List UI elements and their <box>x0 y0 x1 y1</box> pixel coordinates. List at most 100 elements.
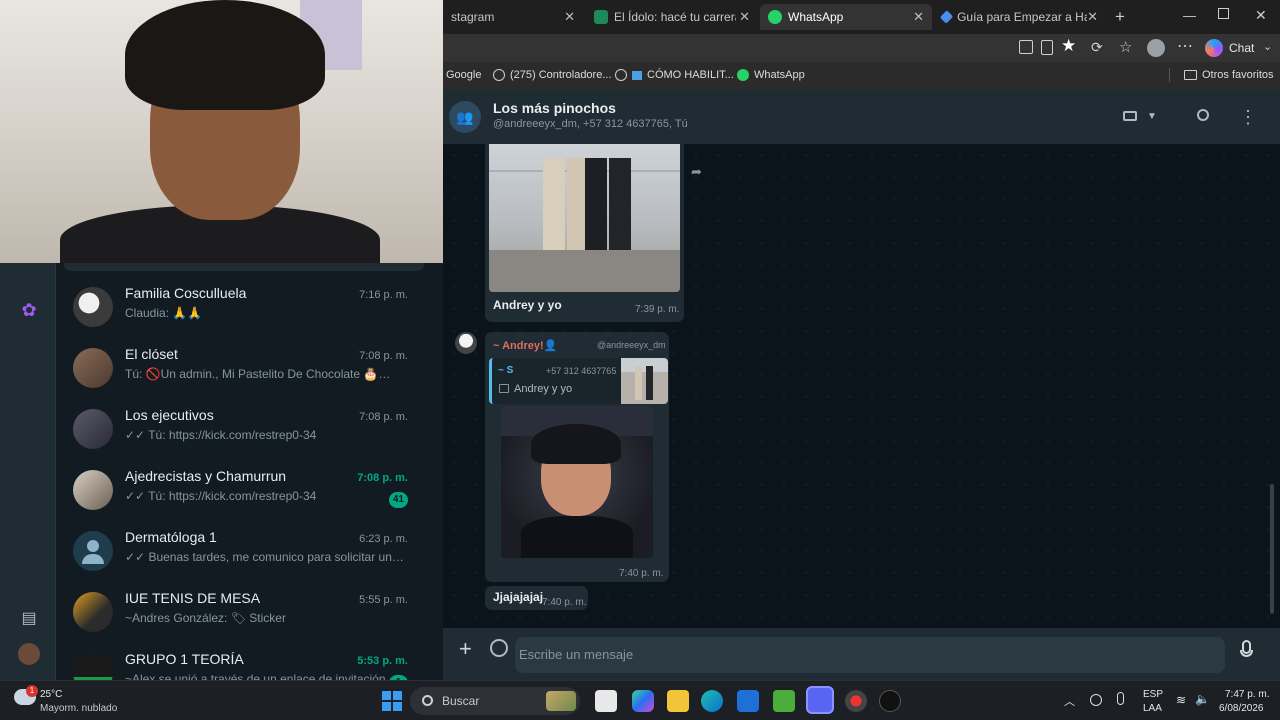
video-call-icon[interactable] <box>1119 106 1141 128</box>
chat-avatar <box>73 592 113 632</box>
webcam-overlay <box>0 0 443 263</box>
webcam-person-hair <box>125 0 325 110</box>
photo-icon <box>499 384 509 393</box>
more-menu-icon[interactable]: ⋯ <box>1177 36 1193 56</box>
maximize-button[interactable] <box>1218 8 1229 19</box>
minimize-button[interactable]: — <box>1183 8 1196 23</box>
bookmark-como-habilit[interactable]: CÓMO HABILIT... <box>615 69 734 81</box>
message-time: 7:39 p. m. <box>635 304 680 315</box>
forward-icon[interactable]: ➦ <box>691 164 702 180</box>
apps-icon[interactable] <box>1019 40 1033 54</box>
chat-avatar <box>73 348 113 388</box>
reading-mode-icon[interactable] <box>1041 40 1053 55</box>
chat-item[interactable]: Ajedrecistas y Chamurrun 7:08 p. m. ✓✓ T… <box>56 466 440 527</box>
more-options-icon[interactable]: ⋮ <box>1237 106 1259 128</box>
bookmark-google[interactable]: Google <box>446 69 481 81</box>
close-icon[interactable]: ✕ <box>739 9 750 25</box>
language-indicator[interactable]: ESP <box>1143 689 1163 700</box>
default-user-icon <box>87 540 99 552</box>
extensions-icon[interactable]: ⟳ <box>1091 39 1103 56</box>
sender-avatar[interactable] <box>455 332 477 354</box>
microsoft-store-icon[interactable] <box>737 690 759 712</box>
sender-name[interactable]: ~ Andrey!👤 <box>493 339 557 352</box>
search-icon[interactable] <box>1192 106 1214 128</box>
sticker-icon[interactable] <box>490 639 508 657</box>
copilot-app-icon[interactable] <box>632 690 654 712</box>
chat-avatar <box>73 653 113 680</box>
keyboard-layout[interactable]: LAA <box>1143 703 1162 714</box>
edge-browser-icon[interactable] <box>701 690 723 712</box>
chat-scrollbar[interactable] <box>1270 484 1274 614</box>
chat-item[interactable]: Familia Cosculluela 7:16 p. m. Claudia: … <box>56 283 440 344</box>
divider <box>1169 68 1170 82</box>
favorites-icon[interactable]: ☆ <box>1119 38 1132 56</box>
default-user-icon <box>82 554 104 564</box>
chevron-up-icon[interactable]: ︿ <box>1064 693 1075 709</box>
text-message[interactable]: Jjajajajaj 7:40 p. m. <box>485 586 588 610</box>
bookmark-controladores[interactable]: (275) Controladore... <box>493 69 612 81</box>
taskbar-search[interactable]: Buscar <box>410 687 580 715</box>
clock-date[interactable]: 6/08/2026 <box>1219 703 1264 714</box>
close-icon[interactable]: ✕ <box>913 9 924 25</box>
copilot-chat-button[interactable]: Chat <box>1229 41 1254 55</box>
quoted-message[interactable]: ~ S +57 312 4637765 Andrey y yo <box>489 358 668 404</box>
tab-whatsapp[interactable]: WhatsApp ✕ <box>760 4 932 30</box>
chat-avatar <box>73 409 113 449</box>
tray-icon[interactable] <box>1090 694 1102 706</box>
message-input[interactable]: Escribe un mensaje <box>515 637 1225 673</box>
chat-item[interactable]: IUE TENIS DE MESA 5:55 p. m. ~Andres Gon… <box>56 588 440 649</box>
site-favicon-icon <box>594 10 608 24</box>
sender-handle: @andreeeyx_dm <box>597 340 666 350</box>
volume-icon[interactable]: 🔈 <box>1195 692 1210 706</box>
bookmark-label: Google <box>446 69 482 81</box>
weather-desc[interactable]: Mayorm. nublado <box>40 703 117 714</box>
photo-two-people[interactable] <box>489 144 680 292</box>
whatsapp-icon <box>737 69 749 81</box>
tab-instagram[interactable]: stagram ✕ <box>443 4 583 30</box>
chat-header[interactable]: 👥 Los más pinochos @andreeeyx_dm, +57 31… <box>443 90 1280 144</box>
clock-time[interactable]: 7:47 p. m. <box>1225 689 1269 700</box>
profile-avatar[interactable] <box>18 643 40 665</box>
chat-item[interactable]: Dermatóloga 1 6:23 p. m. ✓✓ Buenas tarde… <box>56 527 440 588</box>
globe-icon <box>493 69 505 81</box>
star-filled-icon[interactable]: ★ <box>1061 36 1076 56</box>
discord-icon[interactable] <box>806 686 834 714</box>
quote-phone: +57 312 4637765 <box>546 366 617 376</box>
wifi-icon[interactable]: ≋ <box>1176 693 1186 707</box>
new-tab-button[interactable]: + <box>1115 7 1125 27</box>
copilot-icon[interactable] <box>1205 39 1223 57</box>
profile-avatar[interactable] <box>1147 39 1165 57</box>
close-icon[interactable]: ✕ <box>1087 9 1098 25</box>
file-explorer-icon[interactable] <box>667 690 689 712</box>
task-view-icon[interactable] <box>595 690 617 712</box>
close-window-button[interactable]: ✕ <box>1255 7 1267 24</box>
app-icon[interactable] <box>845 690 867 712</box>
attach-plus-icon[interactable]: + <box>459 638 472 660</box>
close-icon[interactable]: ✕ <box>564 9 575 25</box>
tiktok-icon[interactable] <box>879 690 901 712</box>
chat-preview: ✓✓ Buenas tardes, me comunico para solic… <box>125 550 405 564</box>
chat-item[interactable]: El clóset 7:08 p. m. Tú: 🚫Un admin., Mi … <box>56 344 440 405</box>
meta-ai-icon[interactable]: ✿ <box>18 299 40 321</box>
minecraft-icon[interactable] <box>773 690 795 712</box>
media-gallery-icon[interactable]: ▤ <box>18 608 40 630</box>
group-name[interactable]: Los más pinochos <box>493 100 616 116</box>
image-message[interactable]: Andrey y yo 7:39 p. m. <box>485 144 684 322</box>
chevron-down-icon[interactable]: ⌄ <box>1263 40 1272 53</box>
chat-item[interactable]: GRUPO 1 TEORÍA 5:53 p. m. ~Alex se unió … <box>56 649 440 680</box>
chat-preview: Tú: 🚫Un admin., Mi Pastelito De Chocolat… <box>125 367 405 381</box>
tab-guia[interactable]: Guía para Empezar a Hacer Str ✕ <box>934 4 1106 30</box>
tab-el-idolo[interactable]: El Ídolo: hacé tu carrera en la U ✕ <box>586 4 758 30</box>
microphone-icon[interactable] <box>1117 692 1124 705</box>
sticker-image[interactable] <box>501 406 653 558</box>
chat-messages: Andrey y yo 7:39 p. m. ➦ ~ Andrey!👤 @and… <box>443 144 1280 628</box>
windows-start-icon[interactable] <box>382 691 402 711</box>
bookmark-whatsapp[interactable]: WhatsApp <box>737 69 805 81</box>
group-members: @andreeeyx_dm, +57 312 4637765, Tú <box>493 118 688 130</box>
chevron-down-icon[interactable]: ▼ <box>1141 106 1163 128</box>
bookmark-other-favorites[interactable]: Otros favoritos <box>1184 69 1274 81</box>
chat-item[interactable]: Los ejecutivos 7:08 p. m. ✓✓ Tú: https:/… <box>56 405 440 466</box>
group-avatar[interactable]: 👥 <box>449 101 481 133</box>
bookmark-label: Otros favoritos <box>1202 69 1274 81</box>
weather-temp[interactable]: 25°C <box>40 689 62 700</box>
